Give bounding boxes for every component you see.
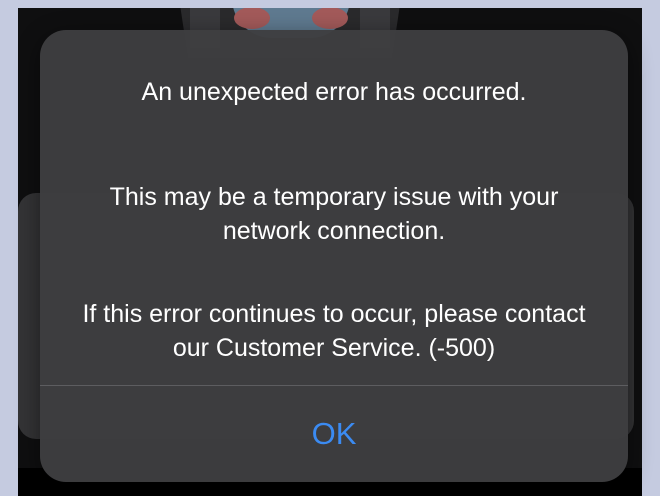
alert-content: An unexpected error has occurred. This m… bbox=[40, 30, 628, 384]
error-alert-dialog: An unexpected error has occurred. This m… bbox=[40, 30, 628, 482]
alert-message-network: This may be a temporary issue with your … bbox=[109, 183, 559, 245]
alert-title: An unexpected error has occurred. bbox=[141, 78, 527, 106]
alert-message-contact: If this error continues to occur, please… bbox=[82, 300, 586, 362]
ok-button[interactable]: OK bbox=[40, 386, 628, 482]
